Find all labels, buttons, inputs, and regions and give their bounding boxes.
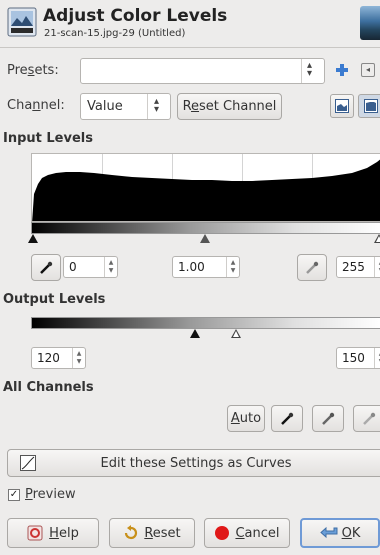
help-button[interactable]: Help bbox=[7, 518, 99, 548]
input-gradient-bar bbox=[31, 222, 380, 234]
input-gamma-spinner[interactable]: 1.00 ▲ ▼ bbox=[172, 256, 240, 278]
ok-button[interactable]: OK bbox=[300, 518, 380, 548]
pick-white-point-button[interactable] bbox=[297, 254, 327, 281]
histogram bbox=[31, 153, 380, 222]
help-icon bbox=[27, 525, 43, 541]
dialog-subtitle: 21-scan-15.jpg-29 (Untitled) bbox=[44, 28, 186, 39]
input-black-value: 0 bbox=[69, 260, 77, 274]
preview-label: Preview bbox=[25, 487, 76, 502]
output-high-value: 150 bbox=[342, 351, 365, 365]
output-low-spinner[interactable]: 120 ▲ ▼ bbox=[31, 347, 86, 369]
auto-button[interactable]: Auto bbox=[227, 405, 265, 432]
spinner-arrows[interactable]: ▲▼ bbox=[104, 257, 117, 277]
spinner-arrows[interactable]: ▲▼ bbox=[374, 348, 380, 368]
presets-label: Presets: bbox=[7, 63, 59, 78]
curves-icon bbox=[20, 455, 36, 471]
channel-label: Channel: bbox=[7, 98, 65, 113]
input-black-slider[interactable] bbox=[28, 234, 38, 243]
presets-divider bbox=[301, 59, 302, 83]
reset-channel-button[interactable]: Reset Channel bbox=[177, 93, 282, 120]
edit-as-curves-button[interactable]: Edit these Settings as Curves bbox=[7, 449, 380, 477]
cancel-icon bbox=[214, 525, 230, 541]
auto-label: Auto bbox=[230, 411, 262, 426]
eyedropper-icon bbox=[363, 412, 376, 425]
levels-icon bbox=[7, 7, 37, 37]
histogram-plot bbox=[32, 159, 380, 221]
output-high-spinner[interactable]: 150 ▲▼ bbox=[336, 347, 380, 369]
all-pick-gray-button[interactable] bbox=[312, 405, 344, 432]
reset-channel-label: Reset Channel bbox=[182, 99, 277, 114]
output-low-slider[interactable] bbox=[190, 329, 200, 338]
linear-histogram-icon[interactable] bbox=[330, 94, 354, 118]
eyedropper-icon bbox=[322, 412, 335, 425]
presets-dropdown-icon: ▴ ▾ bbox=[307, 60, 313, 79]
image-thumbnail bbox=[360, 6, 380, 40]
input-gamma-value: 1.00 bbox=[178, 260, 205, 274]
edit-as-curves-label: Edit these Settings as Curves bbox=[100, 455, 292, 471]
input-black-spinner[interactable]: 0 ▲ ▼ bbox=[63, 256, 118, 278]
presets-combo[interactable]: ▴ ▾ bbox=[80, 58, 325, 84]
all-pick-white-button[interactable] bbox=[353, 405, 380, 432]
output-high-slider[interactable] bbox=[231, 329, 241, 338]
cancel-label: Cancel bbox=[235, 525, 280, 541]
input-white-value: 255 bbox=[342, 260, 365, 274]
input-white-spinner[interactable]: 255 ▲▼ bbox=[336, 256, 380, 278]
eyedropper-icon bbox=[281, 412, 294, 425]
help-label: Help bbox=[49, 525, 79, 541]
channel-dropdown-icon: ▴ ▾ bbox=[154, 96, 160, 115]
eyedropper-icon bbox=[40, 261, 53, 274]
output-levels-heading: Output Levels bbox=[3, 292, 106, 307]
reset-button[interactable]: Reset bbox=[109, 518, 195, 548]
log-histogram-icon[interactable] bbox=[358, 94, 380, 118]
all-channels-heading: All Channels bbox=[3, 380, 94, 395]
header-separator bbox=[0, 47, 380, 48]
ok-label: OK bbox=[341, 525, 361, 541]
eyedropper-icon bbox=[306, 261, 319, 274]
cancel-button[interactable]: Cancel bbox=[204, 518, 290, 548]
spinner-arrows[interactable]: ▲▼ bbox=[72, 348, 85, 368]
spinner-arrows[interactable]: ▲▼ bbox=[374, 257, 380, 277]
output-gradient-bar bbox=[31, 317, 380, 329]
pick-black-point-button[interactable] bbox=[31, 254, 61, 281]
ok-icon bbox=[319, 525, 338, 541]
plus-icon[interactable] bbox=[334, 62, 350, 78]
input-gamma-slider[interactable] bbox=[200, 234, 210, 243]
channel-combo[interactable]: Value ▴ ▾ bbox=[80, 93, 171, 120]
reset-label: Reset bbox=[144, 525, 181, 541]
channel-divider bbox=[147, 94, 148, 119]
dialog-title: Adjust Color Levels bbox=[43, 6, 228, 26]
reset-icon bbox=[123, 525, 139, 541]
preview-checkbox[interactable]: ✓ bbox=[8, 489, 20, 501]
output-low-value: 120 bbox=[37, 351, 60, 365]
channel-value: Value bbox=[87, 99, 123, 114]
input-levels-heading: Input Levels bbox=[3, 131, 93, 146]
spinner-arrows[interactable]: ▲▼ bbox=[226, 257, 239, 277]
input-white-slider[interactable] bbox=[374, 234, 380, 243]
all-pick-black-button[interactable] bbox=[271, 405, 303, 432]
menu-arrow-icon[interactable]: ◂ bbox=[361, 63, 375, 77]
